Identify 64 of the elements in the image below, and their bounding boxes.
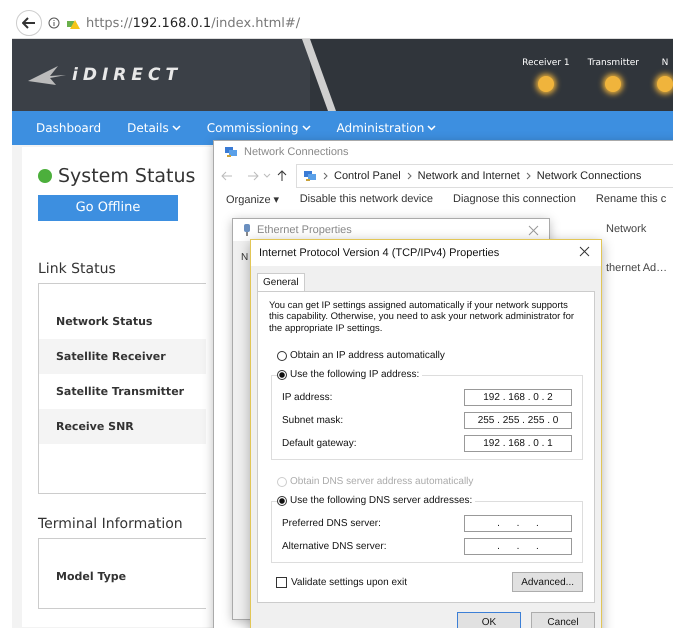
radio-button[interactable] (277, 350, 287, 361)
breadcrumb-item[interactable]: Network Connections (536, 170, 642, 182)
indicator-label: N (662, 58, 668, 68)
toolbar-command[interactable]: Rename this c (596, 193, 666, 205)
table-row-label: Satellite Receiver (39, 338, 206, 374)
cancel-button[interactable]: Cancel (531, 612, 595, 628)
chevron-down-icon (172, 125, 181, 131)
intro-text: You can get IP settings assigned automatically if your network supports this capability. Otherwise, you need to ask your network administrator for the appropriate IP settings. (269, 300, 576, 334)
chevron-right-icon (323, 172, 328, 180)
ip-address-field[interactable]: . . . (464, 538, 572, 556)
radio-option[interactable]: Use the following IP address: (277, 367, 422, 382)
tab[interactable]: General (257, 273, 305, 291)
indicator-label: Transmitter (588, 58, 639, 68)
field-label: IP address: (282, 392, 332, 404)
ip-address-field[interactable]: 192 . 168 . 0 . 1 (464, 435, 572, 452)
chevron-down-icon (427, 125, 436, 131)
field-label: Subnet mask: (282, 415, 344, 426)
toolbar-command[interactable]: Diagnose this connection (453, 193, 576, 205)
tab-label: N (241, 252, 248, 263)
breadcrumb-item[interactable]: Control Panel (334, 170, 401, 182)
info-icon (48, 17, 60, 29)
window-title: Ethernet Properties (257, 224, 353, 236)
toolbar-command[interactable]: Disable this network device (300, 193, 433, 205)
table-row-label: Satellite Transmitter (55, 384, 186, 400)
connection-adapter: thernet Ad… (606, 262, 668, 274)
connection-name[interactable]: Network (606, 223, 646, 235)
toolbar-command[interactable]: Organize ▾ (226, 192, 280, 206)
field-label: Alternative DNS server: (282, 541, 386, 552)
network-icon (224, 146, 238, 158)
field-label: Preferred DNS server: (282, 518, 381, 530)
table-row-label: Receive SNR (39, 408, 206, 444)
validate-checkbox[interactable]: Validate settings upon exit (276, 576, 408, 588)
network-icon (303, 170, 317, 182)
back-arrow-icon (22, 17, 36, 29)
radio-option[interactable]: Obtain an IP address automatically (277, 348, 448, 364)
indicator-label: Receiver 1 (522, 58, 570, 68)
window-title: Network Connections (244, 146, 350, 158)
logo-text: iDIRECT (72, 65, 182, 85)
radio-option[interactable]: Use the following DNS server addresses: (277, 493, 476, 508)
url-text[interactable]: https://192.168.0.1/index.html#/ (86, 16, 300, 30)
status-title: System Status (58, 165, 196, 187)
nav-arrows-icon[interactable] (220, 170, 288, 182)
chevron-right-icon (526, 172, 531, 180)
ip-address-field[interactable]: 255 . 255 . 255 . 0 (464, 412, 572, 430)
close-icon[interactable] (528, 224, 539, 236)
chevron-right-icon (406, 172, 412, 180)
radio-button[interactable] (277, 496, 287, 506)
adapter-icon (243, 224, 251, 236)
status-dot (38, 169, 52, 183)
table-row-label: Network Status (55, 314, 154, 330)
section-title: Link Status (38, 260, 117, 277)
field-label: Default gateway: (282, 438, 356, 450)
ip-address-field[interactable]: . . . (464, 515, 572, 532)
radio-button[interactable] (277, 370, 287, 380)
ip-address-field[interactable]: 192 . 168 . 0 . 2 (464, 389, 572, 406)
breadcrumb-item[interactable]: Network and Internet (418, 170, 520, 182)
dialog-title: Internet Protocol Version 4 (TCP/IPv4) Properties (259, 247, 500, 259)
table-row-label: Model Type (55, 568, 128, 585)
section-title: Terminal Information (38, 516, 184, 532)
advanced-button[interactable]: Advanced... (512, 572, 583, 592)
ok-button[interactable]: OK (457, 612, 521, 628)
header-stripe (302, 39, 336, 111)
back-button[interactable] (16, 10, 42, 36)
chevron-down-icon (302, 125, 310, 131)
